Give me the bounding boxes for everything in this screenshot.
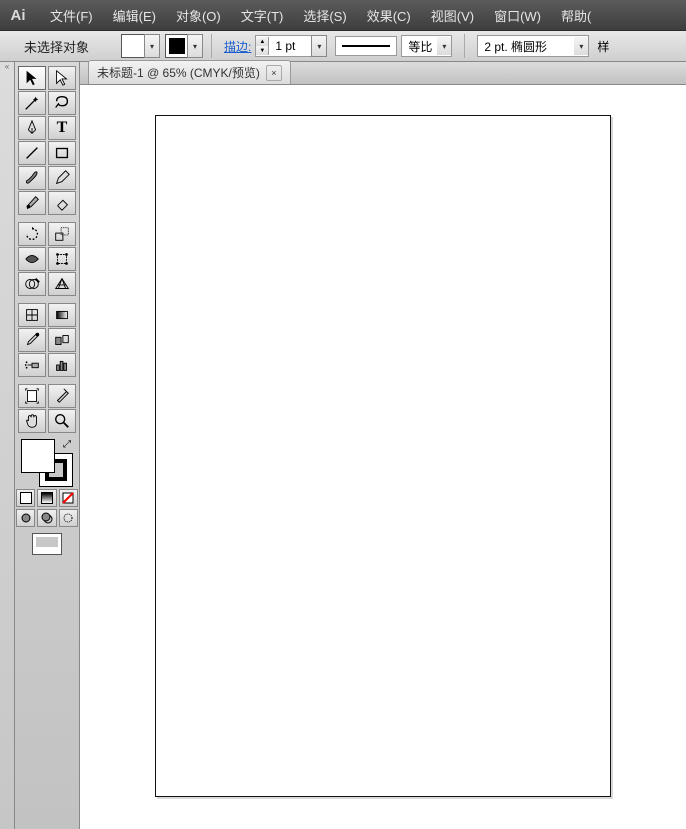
eyedropper-tool[interactable] (18, 328, 46, 352)
menu-effect[interactable]: 效果(C) (357, 2, 421, 29)
control-bar: 未选择对象 ▾ ▾ 描边: ▲ ▼ 1 pt ▾ 等比 ▾ 2 pt. 椭圆形 … (0, 30, 686, 62)
menu-window[interactable]: 窗口(W) (484, 2, 551, 29)
menu-select[interactable]: 选择(S) (293, 2, 356, 29)
stroke-weight-field[interactable]: ▲ ▼ 1 pt (255, 35, 312, 57)
menu-help[interactable]: 帮助( (551, 2, 601, 29)
stroke-weight-value[interactable]: 1 pt (269, 39, 311, 53)
stroke-label[interactable]: 描边: (224, 38, 251, 55)
close-tab-button[interactable]: × (266, 65, 282, 81)
artboard-viewport[interactable] (80, 85, 686, 829)
chevron-down-icon[interactable]: ▾ (437, 37, 451, 55)
stroke-line-icon (342, 45, 390, 47)
chevron-down-icon[interactable]: ▾ (574, 37, 588, 55)
screen-mode-button[interactable] (32, 533, 62, 555)
grip-icon: « (0, 62, 14, 70)
shape-builder-tool[interactable] (18, 272, 46, 296)
fill-swatch[interactable] (121, 34, 145, 58)
menu-edit[interactable]: 编辑(E) (103, 2, 166, 29)
draw-behind-mode[interactable] (37, 509, 56, 527)
rotate-tool[interactable] (18, 222, 46, 246)
chevron-down-icon[interactable]: ▼ (256, 46, 268, 55)
stroke-weight-stepper[interactable]: ▲ ▼ (256, 37, 269, 55)
stroke-scale-value: 等比 (402, 38, 438, 55)
document-tab-bar: 未标题-1 @ 65% (CMYK/预览) × (80, 62, 686, 85)
gradient-color-mode[interactable] (37, 489, 56, 507)
pen-tool[interactable] (18, 116, 46, 140)
color-mode-row (15, 489, 79, 507)
perspective-grid-tool[interactable] (48, 272, 76, 296)
app-logo: Ai (6, 5, 30, 25)
stroke-swatch[interactable] (166, 35, 188, 57)
none-color-mode[interactable] (59, 489, 78, 507)
scale-tool[interactable] (48, 222, 76, 246)
title-bar: Ai 文件(F) 编辑(E) 对象(O) 文字(T) 选择(S) 效果(C) 视… (0, 0, 686, 30)
slice-tool[interactable] (48, 384, 76, 408)
fill-dropdown[interactable]: ▾ (144, 34, 160, 58)
magic-wand-tool[interactable] (18, 91, 46, 115)
gradient-tool[interactable] (48, 303, 76, 327)
pencil-tool[interactable] (48, 166, 76, 190)
free-transform-tool[interactable] (48, 247, 76, 271)
menu-view[interactable]: 视图(V) (421, 2, 484, 29)
blob-brush-tool[interactable] (18, 191, 46, 215)
artboard-tool[interactable] (18, 384, 46, 408)
swap-fill-stroke-icon[interactable]: ⤢ (63, 439, 71, 450)
selection-status: 未选择对象 (24, 37, 89, 56)
type-tool[interactable]: T (48, 116, 76, 140)
hand-tool[interactable] (18, 409, 46, 433)
lasso-tool[interactable] (48, 91, 76, 115)
menu-type[interactable]: 文字(T) (231, 2, 294, 29)
draw-mode-row (15, 509, 79, 527)
toolbox: T (15, 62, 80, 829)
stroke-dropdown[interactable]: ▾ (187, 34, 203, 58)
selection-tool[interactable] (18, 66, 46, 90)
symbol-sprayer-tool[interactable] (18, 353, 46, 377)
line-segment-tool[interactable] (18, 141, 46, 165)
stroke-weight-dropdown[interactable]: ▾ (311, 35, 327, 57)
blend-tool[interactable] (48, 328, 76, 352)
artboard[interactable] (155, 115, 611, 797)
eraser-tool[interactable] (48, 191, 76, 215)
paintbrush-tool[interactable] (18, 166, 46, 190)
separator (211, 34, 212, 58)
menu-object[interactable]: 对象(O) (166, 2, 231, 29)
mesh-tool[interactable] (18, 303, 46, 327)
stroke-scale-select[interactable]: 等比 ▾ (401, 35, 452, 57)
chevron-up-icon[interactable]: ▲ (256, 37, 268, 46)
separator (464, 34, 465, 58)
draw-inside-mode[interactable] (59, 509, 78, 527)
fill-stroke-control[interactable]: ⤢ (21, 439, 73, 487)
draw-normal-mode[interactable] (16, 509, 35, 527)
direct-selection-tool[interactable] (48, 66, 76, 90)
document-tab[interactable]: 未标题-1 @ 65% (CMYK/预览) × (88, 60, 291, 84)
work-area: « T (0, 62, 686, 829)
menu-file[interactable]: 文件(F) (40, 2, 103, 29)
style-label-fragment: 样 (597, 38, 609, 55)
canvas-area: 未标题-1 @ 65% (CMYK/预览) × (80, 62, 686, 829)
brush-value: 2 pt. 椭圆形 (478, 38, 575, 55)
width-tool[interactable] (18, 247, 46, 271)
fill-box[interactable] (21, 439, 55, 473)
rectangle-tool[interactable] (48, 141, 76, 165)
column-graph-tool[interactable] (48, 353, 76, 377)
zoom-tool[interactable] (48, 409, 76, 433)
normal-color-mode[interactable] (16, 489, 35, 507)
stroke-profile-preview[interactable] (335, 36, 397, 56)
document-tab-title: 未标题-1 @ 65% (CMYK/预览) (97, 64, 260, 81)
dock-handle[interactable]: « (0, 62, 15, 829)
brush-select[interactable]: 2 pt. 椭圆形 ▾ (477, 35, 589, 57)
